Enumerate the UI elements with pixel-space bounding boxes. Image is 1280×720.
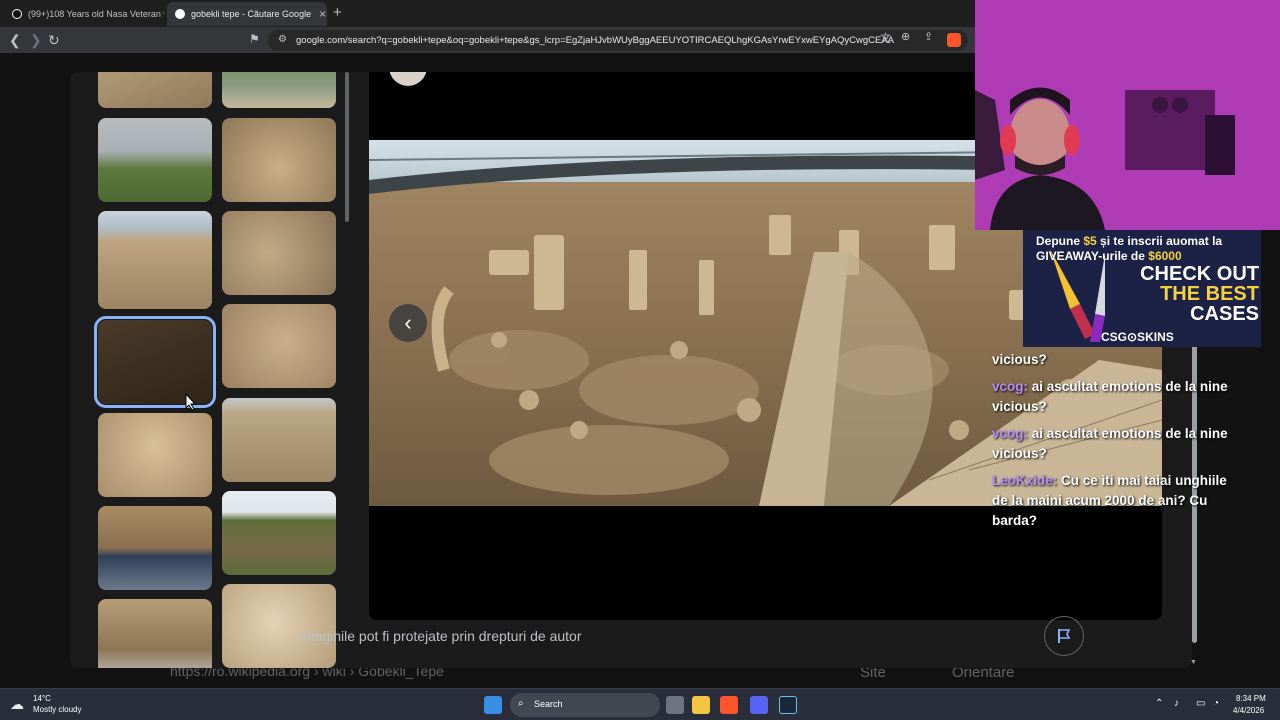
chat-text: ai ascultat emotions de la nine vicious? [992,426,1228,461]
ad-cta-line: CASES [1190,303,1259,325]
ad-subheadline: GIVEAWAY-urile de $6000 [1036,249,1182,263]
clock-time[interactable]: 8:34 PM [1236,694,1266,703]
network-icon[interactable]: ▭ [1196,698,1205,709]
thumbnail-grid [70,72,350,668]
ad-headline: Depune $5 și te inscrii auomat la [1036,234,1222,248]
tab-nasa-video[interactable]: (99+)108 Years old Nasa Veteran wa [4,2,164,26]
chat-message: vcog: ai ascultat emotions de la nine vi… [992,377,1242,417]
sponsor-banner: Depune $5 și te inscrii auomat la GIVEAW… [1023,230,1261,347]
ad-cta-line: CHECK OUT [1140,263,1259,285]
image-thumbnail[interactable] [222,211,336,295]
bookmark-icon[interactable]: ⚑ [249,32,260,46]
image-thumbnail[interactable] [222,118,336,202]
chat-username: vcog: [992,379,1029,394]
volume-icon[interactable]: ♪ [1174,698,1179,709]
clock-date[interactable]: 4/4/2026 [1233,706,1264,715]
speaker-icon[interactable]: ◔ [1213,698,1219,709]
stream-chat: vicious? vcog: ai ascultat emotions de l… [992,350,1242,538]
forward-icon[interactable]: ❯ [30,32,42,49]
thumbnail-scrollbar[interactable] [345,72,349,222]
back-icon[interactable]: ❮ [9,32,21,49]
new-tab-button[interactable]: + [333,4,342,21]
image-thumbnail[interactable] [98,72,212,108]
steam-icon[interactable] [779,696,797,714]
mouse-cursor-icon [185,393,197,411]
zoom-icon[interactable]: ⊕ [901,30,910,43]
task-view-icon[interactable] [666,696,684,714]
image-thumbnail[interactable] [222,304,336,388]
webcam-overlay [975,0,1280,230]
weather-temperature[interactable]: 14°C [33,694,51,703]
tab-title: (99+)108 Years old Nasa Veteran wa [28,9,164,19]
file-explorer-icon[interactable] [692,696,710,714]
previous-image-button[interactable]: ‹ [389,304,427,342]
image-thumbnail-selected[interactable] [94,316,216,408]
image-thumbnail[interactable] [98,211,212,309]
start-icon[interactable] [484,696,502,714]
chat-message: vicious? [992,350,1242,370]
search-label: Search [534,699,563,709]
google-icon [175,9,185,19]
image-thumbnail[interactable] [222,72,336,108]
chat-text: vicious? [992,352,1047,367]
chat-message: vcog: ai ascultat emotions de la nine vi… [992,424,1242,464]
chat-username: LeoKxide: [992,473,1058,488]
ad-brand-logo: CSG⊙SKINS [1101,330,1174,344]
ad-text: și te inscrii auomat la [1096,234,1223,248]
scroll-down-icon[interactable]: ▼ [1190,659,1197,666]
image-thumbnail[interactable] [98,413,212,497]
site-info-icon[interactable]: ⚙ [278,34,287,45]
copyright-notice: Imaginile pot fi protejate prin drepturi… [299,628,582,644]
chat-username: vcog: [992,426,1029,441]
taskbar-search[interactable]: ⌕ Search [510,693,660,717]
tab-google-search[interactable]: gobekli tepe - Căutare Google × [167,2,327,26]
ad-call-to-action: CHECK OUT THE BEST CASES [1133,264,1259,324]
tiktok-icon [12,9,22,19]
ad-amount: $6000 [1148,249,1182,263]
image-thumbnail[interactable] [98,506,212,590]
ad-cta-line: THE BEST [1160,283,1259,305]
flag-icon [1058,629,1071,643]
ad-amount: $5 [1083,234,1097,248]
image-thumbnail[interactable] [222,398,336,482]
share-icon[interactable]: ⇪ [924,30,933,43]
ad-text: Depune [1036,234,1084,248]
weather-icon[interactable]: ☁ [10,696,24,713]
tab-title: gobekli tepe - Căutare Google [191,9,312,19]
image-thumbnail[interactable] [222,491,336,575]
weather-description[interactable]: Mostly cloudy [33,705,81,714]
image-thumbnail[interactable] [98,118,212,202]
brave-shield-icon[interactable] [947,33,961,47]
close-tab-icon[interactable]: × [311,7,326,21]
source-avatar[interactable] [389,72,427,86]
windows-taskbar: ☁ 14°C Mostly cloudy ⌕ Search ⌃ ♪ ▭ ◔ 8:… [0,688,1280,720]
brave-browser-icon[interactable] [720,696,738,714]
translate-icon[interactable]: 文 [880,30,891,46]
address-bar[interactable]: ⚙ google.com/search?q=gobekli+tepe&oq=go… [268,30,968,51]
streamer-camera [975,0,1280,230]
chat-message: LeoKxide: Cu ce iti mai taiai unghiile d… [992,471,1242,531]
ad-text: GIVEAWAY-urile de [1036,249,1149,263]
discord-icon[interactable] [750,696,768,714]
url-text: google.com/search?q=gobekli+tepe&oq=gobe… [296,35,895,46]
search-icon: ⌕ [518,698,524,709]
chevron-left-icon: ‹ [404,310,412,335]
image-thumbnail[interactable] [222,584,336,668]
tray-overflow-icon[interactable]: ⌃ [1155,698,1163,709]
reload-icon[interactable]: ↻ [48,32,60,49]
report-image-button[interactable] [1044,616,1084,656]
image-thumbnail[interactable] [98,599,212,668]
chat-text: ai ascultat emotions de la nine vicious? [992,379,1228,414]
